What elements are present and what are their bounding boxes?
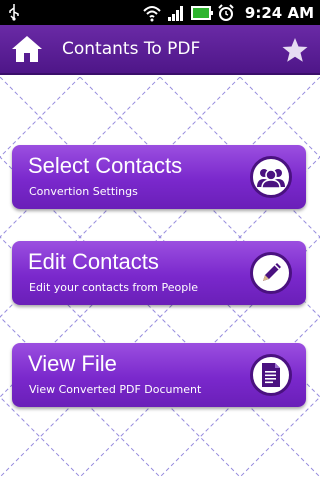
edit-contacts-button[interactable]: Edit Contacts Edit your contacts from Pe… bbox=[12, 241, 306, 305]
usb-icon bbox=[9, 4, 19, 21]
battery-icon bbox=[190, 5, 213, 20]
star-icon[interactable] bbox=[282, 37, 308, 63]
home-icon[interactable] bbox=[10, 33, 44, 65]
card-subtitle: Edit your contacts from People bbox=[29, 281, 199, 294]
view-file-button[interactable]: View File View Converted PDF Document bbox=[12, 343, 306, 407]
app-title: Contants To PDF bbox=[62, 39, 201, 59]
wifi-icon bbox=[143, 5, 161, 21]
card-title: Edit Contacts bbox=[28, 249, 159, 274]
status-time: 9:24 AM bbox=[244, 3, 314, 22]
app-bar: Contants To PDF bbox=[0, 25, 320, 75]
document-icon bbox=[250, 354, 292, 396]
signal-icon bbox=[167, 5, 183, 21]
card-title: Select Contacts bbox=[28, 153, 183, 178]
card-title: View File bbox=[28, 351, 117, 376]
card-subtitle: Convertion Settings bbox=[29, 185, 138, 198]
pencil-icon bbox=[250, 252, 292, 294]
alarm-icon bbox=[218, 3, 234, 21]
select-contacts-button[interactable]: Select Contacts Convertion Settings bbox=[12, 145, 306, 209]
card-subtitle: View Converted PDF Document bbox=[29, 383, 202, 396]
contacts-group-icon bbox=[250, 156, 292, 198]
status-bar: 9:24 AM bbox=[0, 0, 320, 25]
